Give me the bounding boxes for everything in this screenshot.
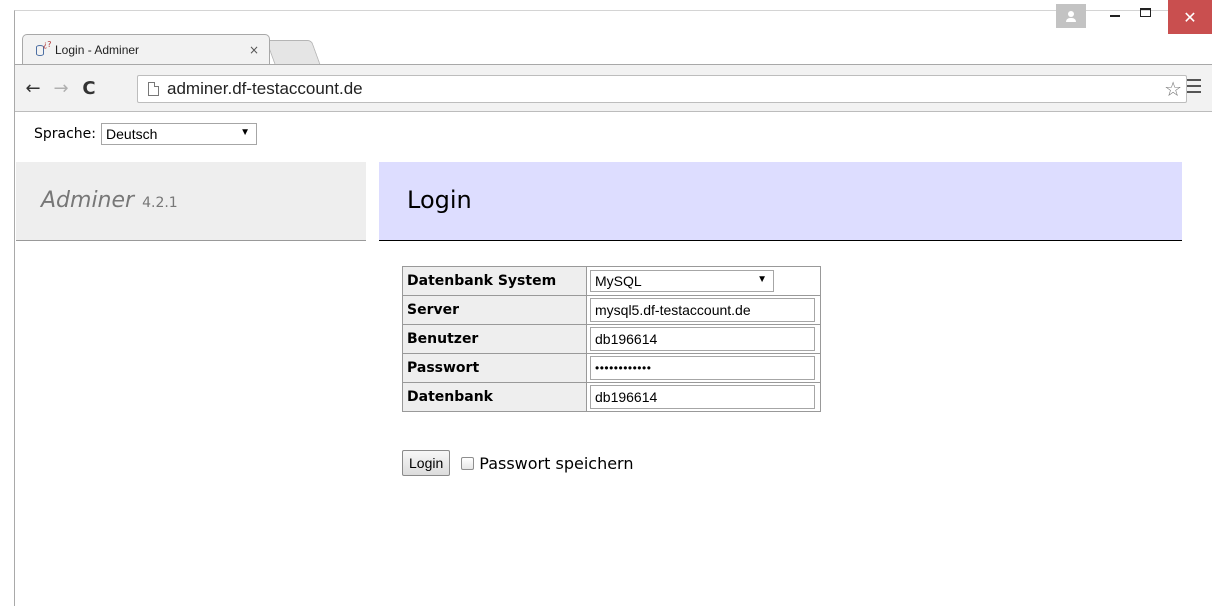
password-label: Passwort xyxy=(402,353,587,383)
form-row-system: Datenbank System MySQL ▼ xyxy=(402,266,821,296)
language-selected: Deutsch xyxy=(106,126,158,142)
minimize-button[interactable] xyxy=(1100,0,1130,24)
username-input[interactable]: db196614 xyxy=(590,327,815,351)
back-arrow-icon[interactable]: ← xyxy=(19,74,47,102)
brand-name-link[interactable]: Adminer xyxy=(41,188,134,213)
page-title: Login xyxy=(407,186,472,214)
sidebar-menu: Adminer 4.2.1 xyxy=(16,162,366,241)
address-bar[interactable]: adminer.df-testaccount.de ☆ xyxy=(137,75,1187,103)
login-form-table: Datenbank System MySQL ▼ Server mysql5.d… xyxy=(402,266,821,412)
bookmark-star-icon[interactable]: ☆ xyxy=(1164,77,1182,101)
window-controls: ✕ xyxy=(1056,0,1212,34)
tab-close-icon[interactable]: × xyxy=(249,43,259,57)
database-label: Datenbank xyxy=(402,382,587,412)
dropdown-arrow-icon: ▼ xyxy=(757,274,767,285)
remember-password-checkbox[interactable] xyxy=(461,456,475,470)
form-row-username: Benutzer db196614 xyxy=(402,324,821,354)
tab-title: Login - Adminer xyxy=(55,42,140,57)
browser-tab-active[interactable]: ¿? Login - Adminer × xyxy=(22,34,270,64)
server-label: Server xyxy=(402,295,587,325)
close-window-button[interactable]: ✕ xyxy=(1168,0,1212,34)
database-system-selected: MySQL xyxy=(595,273,642,289)
database-favicon-icon: ¿? xyxy=(35,40,52,57)
database-input[interactable]: db196614 xyxy=(590,385,815,409)
dropdown-arrow-icon: ▼ xyxy=(240,127,251,138)
login-button[interactable]: Login xyxy=(402,450,451,476)
browser-menu-icon[interactable] xyxy=(1186,79,1202,95)
system-label: Datenbank System xyxy=(402,266,587,296)
remember-password-label[interactable]: Passwort speichern xyxy=(479,454,633,473)
page-content: Sprache: Deutsch ▼ Adminer 4.2.1 Login D… xyxy=(16,112,1212,606)
brand: Adminer 4.2.1 xyxy=(41,188,178,213)
language-select[interactable]: Deutsch ▼ xyxy=(101,123,258,145)
maximize-button[interactable] xyxy=(1130,0,1160,24)
browser-toolbar: ← → C adminer.df-testaccount.de ☆ xyxy=(15,64,1212,112)
form-row-database: Datenbank db196614 xyxy=(402,382,821,412)
brand-version: 4.2.1 xyxy=(142,195,178,211)
reload-icon[interactable]: C xyxy=(75,74,103,102)
user-profile-icon[interactable] xyxy=(1056,4,1086,28)
url-text[interactable]: adminer.df-testaccount.de xyxy=(167,79,1164,99)
database-system-select[interactable]: MySQL ▼ xyxy=(590,270,774,292)
username-label: Benutzer xyxy=(402,324,587,354)
page-header: Login xyxy=(379,162,1182,241)
server-input[interactable]: mysql5.df-testaccount.de xyxy=(590,298,815,322)
form-row-server: Server mysql5.df-testaccount.de xyxy=(402,295,821,325)
page-icon xyxy=(148,82,159,96)
language-switcher: Sprache: Deutsch ▼ xyxy=(34,123,258,145)
new-tab-button[interactable] xyxy=(265,40,321,64)
forward-arrow-icon[interactable]: → xyxy=(47,74,75,102)
form-actions: Login Passwort speichern xyxy=(402,450,633,476)
form-row-password: Passwort •••••••••••• xyxy=(402,353,821,383)
password-input[interactable]: •••••••••••• xyxy=(590,356,815,380)
language-label: Sprache: xyxy=(34,126,97,142)
